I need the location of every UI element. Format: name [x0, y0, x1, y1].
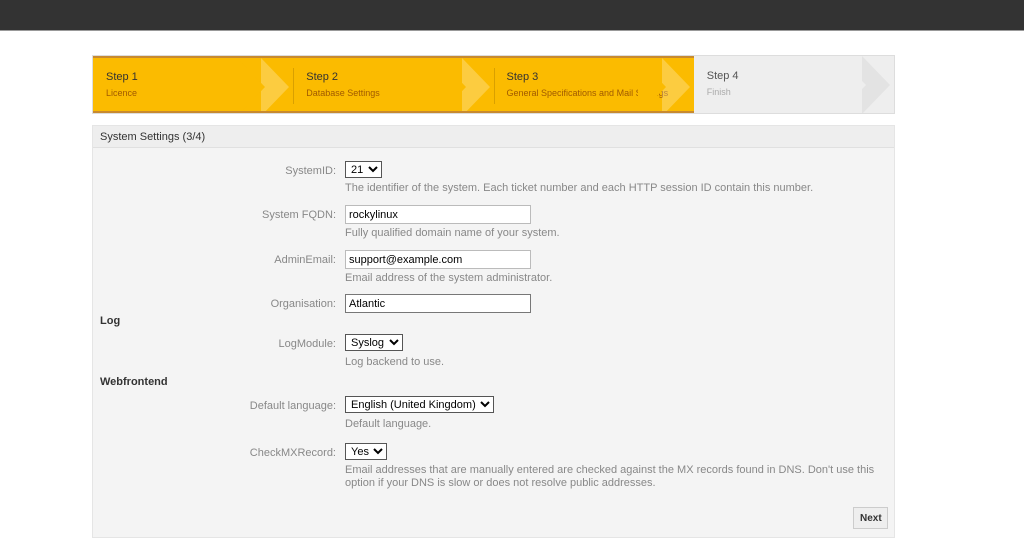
webfrontend-section-heading: Webfrontend: [100, 376, 168, 388]
wizard-steps: Step 1 Licence Step 2 Database Settings St…: [92, 55, 895, 114]
admin-email-input[interactable]: [345, 250, 531, 269]
system-settings-panel: System Settings (3/4) SystemID: 21 The i…: [92, 125, 895, 538]
log-section-heading: Log: [100, 315, 121, 327]
top-bar: [0, 0, 1024, 31]
admin-email-label: AdminEmail:: [274, 254, 336, 266]
panel-title: System Settings (3/4): [93, 126, 894, 148]
default-language-help: Default language.: [345, 418, 432, 430]
organisation-input[interactable]: [345, 294, 531, 313]
check-mx-help: Email addresses that are manually entere…: [345, 464, 875, 489]
system-id-label: SystemID:: [285, 165, 336, 177]
log-module-help: Log backend to use.: [345, 356, 445, 368]
system-id-select[interactable]: 21: [345, 161, 382, 178]
step-3: Step 3 General Specifications and Mail Se…: [493, 56, 694, 113]
check-mx-label: CheckMXRecord:: [249, 447, 336, 459]
step-1: Step 1 Licence: [93, 56, 294, 113]
log-module-label: LogModule:: [278, 338, 337, 350]
fqdn-label: System FQDN:: [262, 209, 336, 221]
system-id-help: The identifier of the system. Each ticke…: [345, 182, 814, 194]
admin-email-help: Email address of the system administrato…: [345, 272, 553, 284]
log-module-select[interactable]: Syslog: [345, 334, 403, 351]
check-mx-select[interactable]: Yes: [345, 443, 387, 460]
default-language-label: Default language:: [249, 400, 336, 412]
fqdn-input[interactable]: [345, 205, 531, 224]
default-language-select[interactable]: English (United Kingdom): [345, 396, 494, 413]
organisation-label: Organisation:: [270, 298, 336, 310]
next-button[interactable]: Next: [853, 507, 888, 529]
fqdn-help: Fully qualified domain name of your syst…: [345, 227, 560, 239]
step-2: Step 2 Database Settings: [293, 56, 494, 113]
step-4: Step 4 Finish: [693, 56, 894, 113]
